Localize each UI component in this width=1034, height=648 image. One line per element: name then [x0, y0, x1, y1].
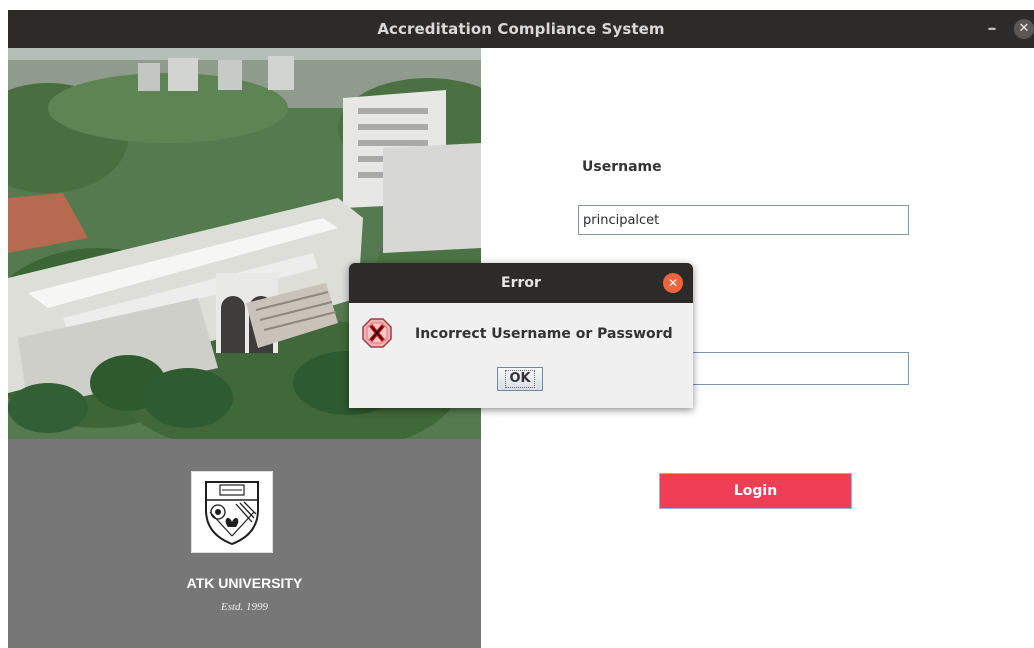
window-close-button[interactable]: ✕: [1014, 19, 1034, 39]
error-dialog-close-button[interactable]: ✕: [663, 273, 683, 293]
close-icon: ✕: [667, 276, 679, 290]
ok-button-label: OK: [505, 370, 535, 388]
window-title: Accreditation Compliance System: [377, 20, 665, 38]
university-name: ATK UNIVERSITY: [186, 575, 303, 591]
ok-button[interactable]: OK: [497, 367, 543, 391]
error-message: Incorrect Username or Password: [415, 326, 673, 342]
left-screen-edge: [0, 0, 8, 648]
desktop-screen: Accreditation Compliance System – ✕ ATK …: [0, 0, 1034, 648]
username-label: Username: [582, 159, 662, 175]
university-emblem-illustration: [192, 472, 272, 552]
minimize-icon: –: [987, 18, 997, 39]
error-icon: [361, 317, 393, 349]
login-button[interactable]: Login: [659, 473, 852, 509]
established-year: Estd. 1999: [220, 601, 269, 613]
window-titlebar[interactable]: Accreditation Compliance System – ✕: [8, 10, 1034, 48]
error-dialog-titlebar[interactable]: Error ✕: [349, 263, 693, 303]
error-dialog-title: Error: [501, 275, 541, 291]
username-input[interactable]: [578, 205, 909, 235]
error-icon-graphic: [362, 318, 392, 348]
minimize-button[interactable]: –: [982, 19, 1002, 39]
error-dialog: Error ✕ Incorrect Username or Password O…: [349, 263, 693, 408]
close-icon: ✕: [1018, 21, 1030, 36]
university-emblem-icon: [191, 471, 273, 553]
window-controls: – ✕: [982, 10, 1034, 48]
